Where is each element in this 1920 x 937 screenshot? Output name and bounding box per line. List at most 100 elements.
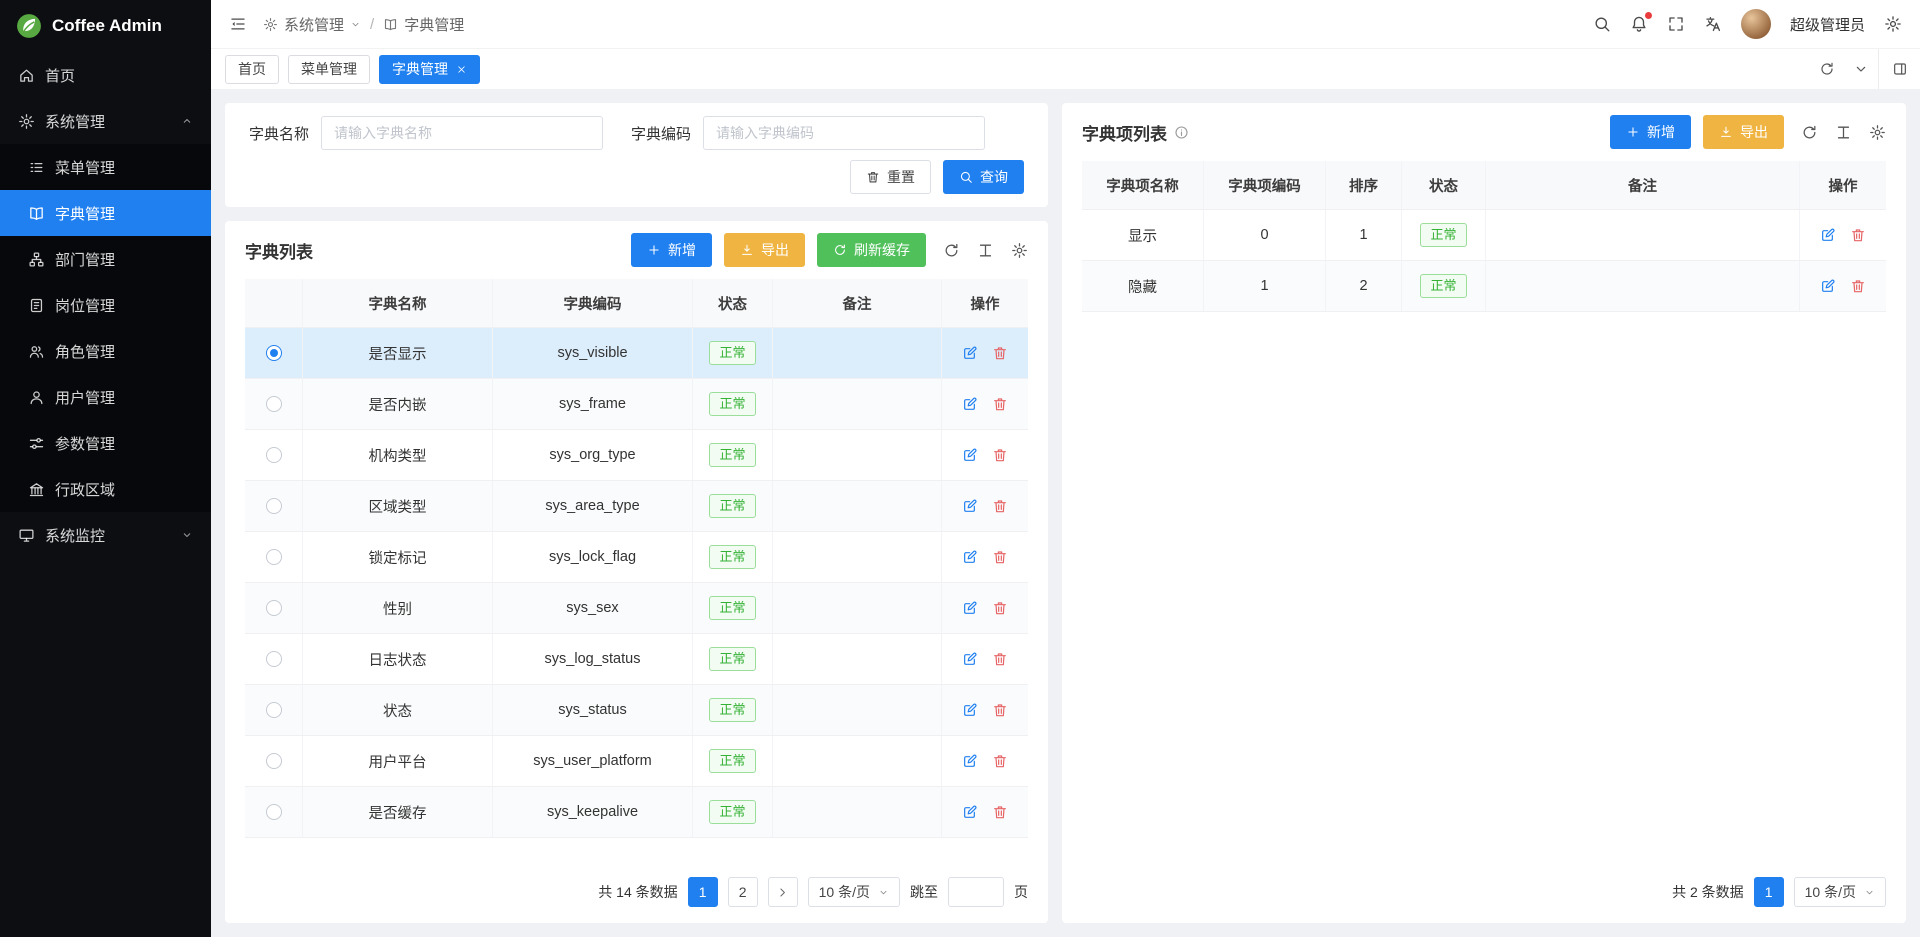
table-row[interactable]: 日志状态 sys_log_status 正常: [245, 634, 1028, 685]
settings-icon[interactable]: [1869, 124, 1886, 141]
delete-icon[interactable]: [992, 447, 1008, 463]
delete-icon[interactable]: [992, 345, 1008, 361]
row-radio[interactable]: [266, 600, 282, 616]
dict-code-input[interactable]: [703, 116, 985, 150]
row-radio[interactable]: [266, 702, 282, 718]
reset-button[interactable]: 重置: [850, 160, 931, 194]
panel-icon[interactable]: [1878, 49, 1920, 89]
edit-icon[interactable]: [962, 396, 978, 412]
row-radio[interactable]: [266, 549, 282, 565]
chevron-down-icon[interactable]: [1844, 49, 1878, 89]
edit-icon[interactable]: [962, 549, 978, 565]
delete-icon[interactable]: [1850, 278, 1866, 294]
tab[interactable]: 菜单管理: [288, 55, 370, 84]
table-row[interactable]: 机构类型 sys_org_type 正常: [245, 430, 1028, 481]
sidebar-item[interactable]: 系统管理: [0, 98, 211, 144]
page-button[interactable]: 2: [728, 877, 758, 907]
delete-icon[interactable]: [992, 396, 1008, 412]
next-page-button[interactable]: [768, 877, 798, 907]
delete-icon[interactable]: [992, 498, 1008, 514]
remark-cell: [773, 430, 942, 480]
edit-icon[interactable]: [962, 345, 978, 361]
add-button[interactable]: 新增: [631, 233, 712, 267]
table-row[interactable]: 锁定标记 sys_lock_flag 正常: [245, 532, 1028, 583]
sidebar-subitem[interactable]: 行政区域: [0, 466, 211, 512]
fullscreen-icon[interactable]: [1667, 15, 1685, 33]
page-button[interactable]: 1: [1754, 877, 1784, 907]
sidebar-subitem[interactable]: 字典管理: [0, 190, 211, 236]
edit-icon[interactable]: [962, 804, 978, 820]
row-radio[interactable]: [266, 396, 282, 412]
row-radio[interactable]: [266, 753, 282, 769]
sidebar-subitem[interactable]: 参数管理: [0, 420, 211, 466]
search-icon[interactable]: [1593, 15, 1611, 33]
delete-icon[interactable]: [992, 702, 1008, 718]
edit-icon[interactable]: [962, 447, 978, 463]
edit-icon[interactable]: [962, 498, 978, 514]
sidebar-subitem[interactable]: 岗位管理: [0, 282, 211, 328]
hamburger-icon[interactable]: [229, 15, 247, 33]
row-radio[interactable]: [266, 345, 282, 361]
row-radio[interactable]: [266, 651, 282, 667]
density-icon[interactable]: [977, 242, 994, 259]
breadcrumb-system[interactable]: 系统管理: [263, 14, 361, 35]
refresh-cache-button[interactable]: 刷新缓存: [817, 233, 926, 267]
user-name[interactable]: 超级管理员: [1790, 14, 1865, 35]
delete-icon[interactable]: [992, 804, 1008, 820]
page-button[interactable]: 1: [688, 877, 718, 907]
table-row[interactable]: 显示 0 1 正常: [1082, 210, 1886, 261]
export-button[interactable]: 导出: [724, 233, 805, 267]
row-radio[interactable]: [266, 498, 282, 514]
info-icon[interactable]: [1174, 125, 1189, 140]
translate-icon[interactable]: [1704, 15, 1722, 33]
tab[interactable]: 首页: [225, 55, 279, 84]
refresh-icon[interactable]: [943, 242, 960, 259]
refresh-icon[interactable]: [1801, 124, 1818, 141]
sidebar-subitem[interactable]: 部门管理: [0, 236, 211, 282]
edit-icon[interactable]: [962, 651, 978, 667]
brand[interactable]: Coffee Admin: [0, 0, 211, 52]
settings-icon[interactable]: [1884, 15, 1902, 33]
export-item-button[interactable]: 导出: [1703, 115, 1784, 149]
edit-icon[interactable]: [962, 702, 978, 718]
delete-icon[interactable]: [992, 753, 1008, 769]
sidebar-item[interactable]: 首页: [0, 52, 211, 98]
page-size-select[interactable]: 10 条/页: [808, 877, 900, 907]
table-row[interactable]: 是否显示 sys_visible 正常: [245, 328, 1028, 379]
settings-icon[interactable]: [1011, 242, 1028, 259]
close-icon[interactable]: [456, 64, 467, 75]
sidebar-subitem[interactable]: 菜单管理: [0, 144, 211, 190]
edit-icon[interactable]: [962, 753, 978, 769]
density-icon[interactable]: [1835, 124, 1852, 141]
sidebar-item[interactable]: 系统监控: [0, 512, 211, 558]
add-item-button[interactable]: 新增: [1610, 115, 1691, 149]
dict-name-cell: 日志状态: [303, 634, 493, 684]
notifications-button[interactable]: [1630, 15, 1648, 33]
breadcrumb-dict[interactable]: 字典管理: [383, 14, 464, 35]
row-radio[interactable]: [266, 447, 282, 463]
edit-icon[interactable]: [1820, 227, 1836, 243]
edit-icon[interactable]: [1820, 278, 1836, 294]
table-row[interactable]: 是否缓存 sys_keepalive 正常: [245, 787, 1028, 838]
table-row[interactable]: 区域类型 sys_area_type 正常: [245, 481, 1028, 532]
table-row[interactable]: 性别 sys_sex 正常: [245, 583, 1028, 634]
table-row[interactable]: 用户平台 sys_user_platform 正常: [245, 736, 1028, 787]
jump-page-input[interactable]: [948, 877, 1004, 907]
table-row[interactable]: 状态 sys_status 正常: [245, 685, 1028, 736]
table-row[interactable]: 隐藏 1 2 正常: [1082, 261, 1886, 312]
user-avatar[interactable]: [1741, 9, 1771, 39]
edit-icon[interactable]: [962, 600, 978, 616]
table-row[interactable]: 是否内嵌 sys_frame 正常: [245, 379, 1028, 430]
delete-icon[interactable]: [1850, 227, 1866, 243]
dict-name-input[interactable]: [321, 116, 603, 150]
sidebar-subitem[interactable]: 角色管理: [0, 328, 211, 374]
tab[interactable]: 字典管理: [379, 55, 480, 84]
page-size-select[interactable]: 10 条/页: [1794, 877, 1886, 907]
delete-icon[interactable]: [992, 600, 1008, 616]
delete-icon[interactable]: [992, 651, 1008, 667]
delete-icon[interactable]: [992, 549, 1008, 565]
sidebar-subitem[interactable]: 用户管理: [0, 374, 211, 420]
refresh-icon[interactable]: [1810, 49, 1844, 89]
row-radio[interactable]: [266, 804, 282, 820]
query-button[interactable]: 查询: [943, 160, 1024, 194]
